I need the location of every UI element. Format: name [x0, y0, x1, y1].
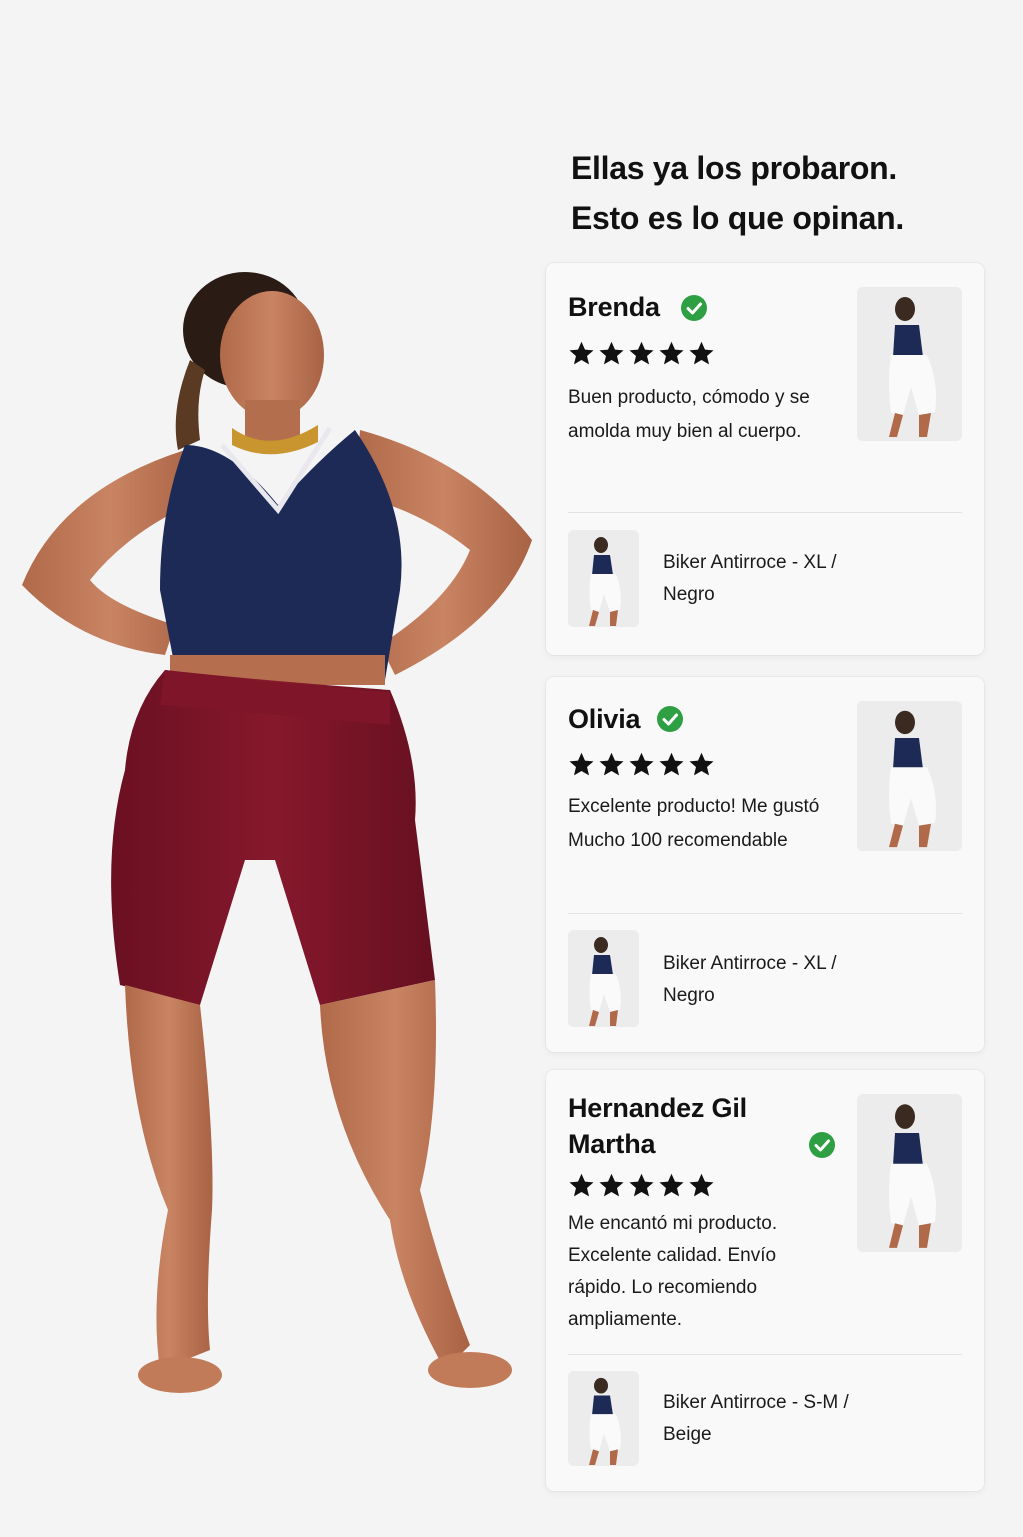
reviews-section: Ellas ya los probaron. Esto es lo que op… [0, 0, 1023, 1537]
product-thumbnail[interactable] [568, 530, 639, 627]
star-icon [659, 1173, 684, 1197]
star-icon [629, 341, 654, 365]
hero-model-image [22, 272, 532, 1393]
review-card: Olivia Excelente producto! Me gustó Much… [546, 677, 984, 1052]
star-icon [659, 752, 684, 776]
product-thumbnail[interactable] [568, 1371, 639, 1466]
product-variant[interactable]: Biker Antirroce - XL / Negro [663, 948, 893, 1012]
review-card: Hernandez Gil Martha Me encantó mi produ… [546, 1070, 984, 1491]
heading-line-1: Ellas ya los probaron. [571, 150, 897, 186]
review-photo-image [857, 701, 962, 851]
review-text: Excelente producto! Me gustó Mucho 100 r… [568, 796, 820, 851]
divider [568, 1354, 962, 1355]
review-photo[interactable] [857, 701, 962, 851]
product-thumbnail-image [568, 530, 639, 627]
reviewer-name: Hernandez Gil Martha [568, 1093, 747, 1159]
heading-line-2: Esto es lo que opinan. [571, 200, 904, 236]
reviewer-name: Brenda [568, 292, 660, 322]
product-variant[interactable]: Biker Antirroce - S-M / Beige [663, 1387, 893, 1451]
star-icon [599, 752, 624, 776]
review-card: Brenda Buen producto, cómodo y se amolda… [546, 263, 984, 655]
star-icon [629, 1173, 654, 1197]
star-icon [569, 1173, 594, 1197]
review-photo[interactable] [857, 287, 962, 441]
verified-check-icon [681, 295, 707, 321]
product-thumbnail-image [568, 930, 639, 1027]
reviewer-name: Olivia [568, 704, 641, 734]
star-icon [599, 341, 624, 365]
review-photo-image [857, 287, 962, 441]
star-icon [689, 1173, 714, 1197]
divider [568, 913, 962, 914]
star-icon [629, 752, 654, 776]
star-icon [599, 1173, 624, 1197]
star-icon [689, 752, 714, 776]
product-thumbnail-image [568, 1371, 639, 1466]
star-rating [568, 751, 715, 778]
star-rating [568, 340, 715, 367]
star-icon [689, 341, 714, 365]
star-icon [569, 752, 594, 776]
verified-check-icon [657, 706, 683, 732]
review-text: Buen producto, cómodo y se amolda muy bi… [568, 387, 810, 442]
section-heading: Ellas ya los probaron. Esto es lo que op… [571, 143, 1001, 243]
review-photo-image [857, 1094, 962, 1252]
divider [568, 512, 962, 513]
review-text: Me encantó mi producto. Excelente calida… [568, 1213, 778, 1330]
star-icon [659, 341, 684, 365]
star-icon [569, 341, 594, 365]
product-thumbnail[interactable] [568, 930, 639, 1027]
verified-check-icon [809, 1132, 835, 1158]
star-rating [568, 1172, 715, 1199]
product-variant[interactable]: Biker Antirroce - XL / Negro [663, 547, 893, 611]
review-photo[interactable] [857, 1094, 962, 1252]
